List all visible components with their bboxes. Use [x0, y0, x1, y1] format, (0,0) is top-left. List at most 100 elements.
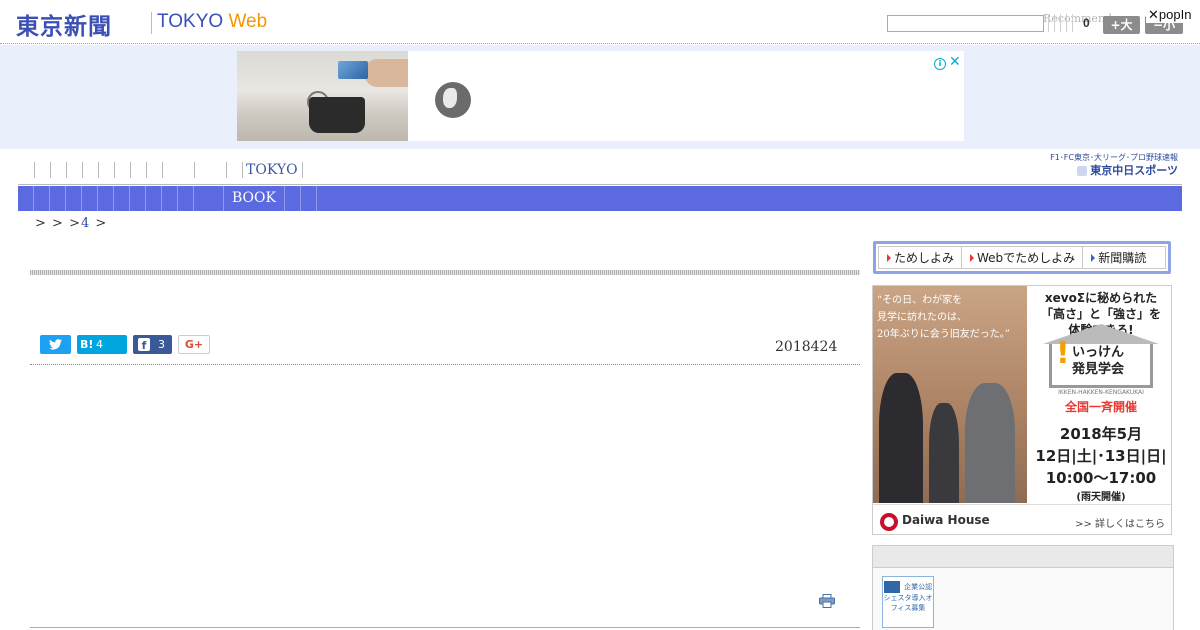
event-category: 全国一斉開催 [1064, 400, 1137, 414]
ad-image[interactable] [237, 51, 408, 141]
popin-close-button[interactable]: ✕popIn [1146, 7, 1194, 23]
ad-more-link[interactable]: >> 詳しくはこちら [1075, 515, 1165, 530]
nav-item[interactable] [194, 162, 226, 178]
subnav-item[interactable] [130, 186, 146, 211]
tokyo-web-logo[interactable]: TOKYO Web [157, 11, 267, 33]
event-name-line: 発見学会 [1072, 362, 1125, 377]
subnav-item[interactable] [301, 186, 317, 211]
ad-lead: 「高さ」と「強さ」を [1040, 307, 1161, 321]
search-input[interactable] [887, 15, 1044, 32]
house-icon: ! いっけん 発見学会 [1043, 324, 1159, 388]
event-note: (雨天開催) [1076, 492, 1126, 503]
breadcrumb-sep: > [35, 216, 47, 231]
subnav-item[interactable] [18, 186, 34, 211]
triangle-icon [1091, 253, 1096, 262]
exclamation-icon: ! [1056, 336, 1070, 371]
event-time: 10:00〜17:00 [1045, 469, 1157, 487]
triangle-icon [887, 253, 891, 262]
daiwa-house-ad[interactable]: “その日、わが家を 見学に訪れたのは、 20年ぶりに会う旧友だった。” xevo… [872, 285, 1172, 535]
subnav-item[interactable] [178, 186, 194, 211]
logo-divider [151, 12, 152, 34]
site-header: 東京新聞 TOKYO Web Recommend 0 +大 −小 ✕popIn [0, 0, 1200, 44]
breadcrumb: > > >4 > [35, 216, 107, 231]
subnav-item[interactable] [82, 186, 98, 211]
chunichi-sports-link[interactable]: F1･FC東京･大リーグ･プロ野球速報 東京中日スポーツ [1038, 152, 1178, 180]
ad-photo: “その日、わが家を 見学に訪れたのは、 20年ぶりに会う旧友だった。” [873, 286, 1027, 503]
facebook-count: 3 [158, 338, 165, 351]
breadcrumb-sep: > [95, 216, 108, 231]
hatena-icon: B! [80, 338, 94, 351]
subnav-item-book[interactable]: BOOK [224, 186, 285, 211]
tokyo-web-logo-text: TOKYO [157, 11, 224, 32]
ad-copy-line: 見学に訪れたのは、 [877, 312, 967, 323]
office-siesta-badge[interactable]: 企業公認シェスタ導入オフィス募集 [882, 576, 934, 628]
chunichi-logo-text: 東京中日スポーツ [1090, 164, 1178, 177]
nav-item[interactable] [130, 162, 146, 178]
share-google-plus-button[interactable]: G+ [178, 335, 210, 354]
event-days: 12日|土|･13日|日| [1035, 447, 1167, 465]
arrow-icon [1077, 166, 1088, 176]
share-facebook-button[interactable]: f 3 [133, 335, 172, 354]
share-hatena-button[interactable]: B! 4 [77, 335, 127, 354]
nav-item[interactable] [34, 162, 50, 178]
tameshi-label: ためしよみ [894, 251, 955, 265]
nav-item[interactable] [114, 162, 130, 178]
ad-banner[interactable]: i ✕ [237, 51, 964, 141]
sidebar-panel-header [873, 546, 1173, 568]
ad-brand: Daiwa House [902, 513, 990, 527]
nav-item[interactable] [226, 162, 242, 178]
credit-card-graphic [338, 61, 368, 79]
person-graphic [879, 373, 923, 503]
nav-item-tokyo[interactable]: TOKYO [242, 162, 303, 178]
breadcrumb-sep: > [52, 216, 64, 231]
ad-lead: xevoΣに秘められた [1044, 291, 1158, 305]
font-size-up-button[interactable]: +大 [1103, 16, 1140, 34]
event-name-en: IKKEN-HAKKEN-KENGAKUKAI [1058, 389, 1144, 396]
tameshi-link-web-trial[interactable]: Webでためしよみ [962, 247, 1084, 268]
ad-band: i ✕ [0, 45, 1200, 149]
subnav-item[interactable] [285, 186, 301, 211]
nav-item[interactable] [98, 162, 114, 178]
nav-item[interactable] [146, 162, 162, 178]
subnav-item[interactable] [66, 186, 82, 211]
tameshi-link-trial[interactable]: ためしよみ [879, 247, 963, 268]
subnav-item[interactable] [114, 186, 130, 211]
ad-footer: Daiwa House >> 詳しくはこちら [873, 504, 1171, 534]
ad-close-icon[interactable]: ✕ [949, 54, 961, 70]
share-twitter-button[interactable] [40, 335, 71, 354]
hatena-count: 4 [96, 338, 103, 351]
payment-terminal-graphic [309, 97, 365, 133]
person-graphic [965, 383, 1015, 503]
subnav-item[interactable] [34, 186, 50, 211]
ad-copy-line: “その日、わが家を [877, 295, 963, 306]
subnav-item[interactable] [146, 186, 162, 211]
subnav-item[interactable] [162, 186, 178, 211]
nav-item[interactable] [50, 162, 66, 178]
secondary-nav: BOOK [18, 186, 1182, 211]
counter-bars [1048, 14, 1078, 32]
chunichi-tagline: F1･FC東京･大リーグ･プロ野球速報 [1050, 153, 1178, 162]
ad-copy-line: 20年ぶりに会う旧友だった。” [877, 329, 1010, 340]
nav-item[interactable] [162, 162, 194, 178]
tameshi-label: Webでためしよみ [977, 251, 1076, 265]
trial-reading-box: ためしよみ Webでためしよみ 新聞購読 [873, 241, 1171, 274]
hand-graphic [365, 59, 408, 87]
nav-item[interactable] [82, 162, 98, 178]
subnav-item[interactable] [194, 186, 224, 211]
globe-icon[interactable] [435, 82, 471, 118]
site-logo[interactable]: 東京新聞 [16, 7, 112, 41]
breadcrumb-sep: > [69, 216, 81, 231]
nav-item[interactable] [66, 162, 82, 178]
tameshi-link-subscribe[interactable]: 新聞購読 [1083, 247, 1153, 268]
print-icon[interactable] [819, 594, 835, 608]
article-title-rule [30, 270, 860, 275]
daiwa-logo-icon [880, 513, 898, 531]
event-name-line: いっけん [1072, 345, 1125, 360]
breadcrumb-link-page[interactable]: 4 [81, 216, 90, 231]
counter-value: 0 [1083, 16, 1090, 30]
subnav-item[interactable] [98, 186, 114, 211]
event-date: 2018年5月 [1059, 425, 1143, 443]
ad-info-icon[interactable]: i [934, 58, 946, 70]
event-name: いっけん 発見学会 [1072, 344, 1124, 378]
subnav-item[interactable] [50, 186, 66, 211]
